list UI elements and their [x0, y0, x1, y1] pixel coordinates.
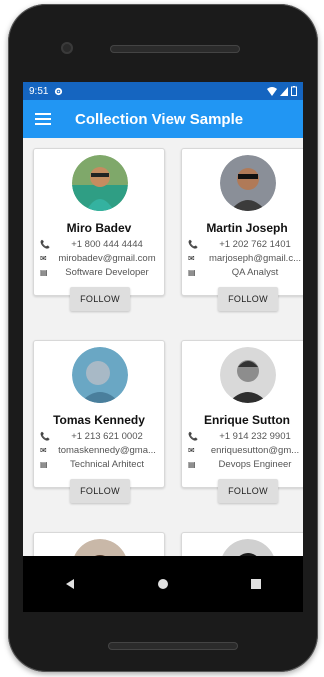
role-row: ▤ Devops Engineer — [188, 459, 303, 470]
email-address: tomaskennedy@gma... — [58, 445, 156, 456]
person-name: Enrique Sutton — [204, 413, 290, 427]
phone-number: +1 213 621 0002 — [71, 431, 143, 442]
bottom-speaker — [108, 642, 238, 650]
email-address: marjoseph@gmail.c... — [208, 253, 301, 264]
email-address: mirobadev@gmail.com — [58, 253, 156, 264]
page-title: Collection View Sample — [75, 110, 244, 128]
avatar — [220, 347, 276, 403]
person-card[interactable]: Martin Joseph 📞 +1 202 762 1401 ✉ marjos… — [181, 148, 303, 311]
role-row: ▤ Software Developer — [40, 267, 162, 278]
email-icon: ✉ — [40, 254, 47, 263]
phone-row: 📞 +1 800 444 4444 — [40, 239, 162, 250]
screen: 9:51 Collection View Sample Miro Badev 📞… — [23, 82, 303, 612]
follow-button[interactable]: FOLLOW — [70, 479, 130, 503]
role-icon: ▤ — [188, 268, 196, 277]
avatar — [72, 155, 128, 211]
email-row: ✉ marjoseph@gmail.c... — [188, 253, 303, 264]
collection-view[interactable]: Miro Badev 📞 +1 800 444 4444 ✉ mirobadev… — [23, 138, 303, 556]
email-icon: ✉ — [188, 254, 195, 263]
person-card[interactable]: Enrique Sutton 📞 +1 914 232 9901 ✉ enriq… — [181, 340, 303, 503]
email-address: enriquesutton@gm... — [210, 445, 300, 456]
status-icons — [267, 86, 297, 96]
phone-row: 📞 +1 213 621 0002 — [40, 431, 162, 442]
person-name: Martin Joseph — [206, 221, 288, 235]
person-name: Miro Badev — [66, 221, 132, 235]
status-bar: 9:51 — [23, 82, 303, 100]
person-card[interactable]: Miro Badev 📞 +1 800 444 4444 ✉ mirobadev… — [33, 148, 165, 311]
phone-number: +1 800 444 4444 — [71, 239, 143, 250]
role-row: ▤ QA Analyst — [188, 267, 303, 278]
role-icon: ▤ — [40, 268, 48, 277]
front-camera — [61, 42, 73, 54]
avatar — [72, 347, 128, 403]
phone-icon: 📞 — [188, 240, 198, 249]
status-time: 9:51 — [29, 85, 49, 97]
avatar — [220, 155, 276, 211]
phone-icon: 📞 — [188, 432, 198, 441]
phone-number: +1 914 232 9901 — [219, 431, 291, 442]
avatar — [72, 539, 128, 556]
recents-icon[interactable] — [238, 569, 274, 599]
phone-icon: 📞 — [40, 240, 50, 249]
email-icon: ✉ — [188, 446, 195, 455]
phone-row: 📞 +1 914 232 9901 — [188, 431, 303, 442]
home-icon[interactable] — [145, 569, 181, 599]
app-bar: Collection View Sample — [23, 100, 303, 138]
job-title: QA Analyst — [231, 267, 279, 278]
role-row: ▤ Technical Arhitect — [40, 459, 162, 470]
email-icon: ✉ — [40, 446, 47, 455]
job-title: Software Developer — [65, 267, 149, 278]
person-card[interactable] — [181, 532, 303, 556]
follow-button[interactable]: FOLLOW — [218, 287, 278, 311]
phone-row: 📞 +1 202 762 1401 — [188, 239, 303, 250]
role-icon: ▤ — [40, 460, 48, 469]
settings-icon — [55, 87, 63, 95]
email-row: ✉ mirobadev@gmail.com — [40, 253, 162, 264]
follow-button[interactable]: FOLLOW — [218, 479, 278, 503]
back-icon[interactable] — [52, 569, 88, 599]
email-row: ✉ tomaskennedy@gma... — [40, 445, 162, 456]
job-title: Devops Engineer — [218, 459, 292, 470]
signal-icon — [280, 86, 288, 96]
follow-button[interactable]: FOLLOW — [70, 287, 130, 311]
navigation-bar — [23, 556, 303, 612]
person-card[interactable] — [33, 532, 165, 556]
phone-icon: 📞 — [40, 432, 50, 441]
menu-icon[interactable] — [35, 110, 51, 128]
battery-icon — [291, 86, 297, 96]
job-title: Technical Arhitect — [70, 459, 144, 470]
wifi-icon — [267, 86, 277, 96]
person-name: Tomas Kennedy — [53, 413, 145, 427]
person-card[interactable]: Tomas Kennedy 📞 +1 213 621 0002 ✉ tomask… — [33, 340, 165, 503]
role-icon: ▤ — [188, 460, 196, 469]
avatar — [220, 539, 276, 556]
earpiece-speaker — [110, 45, 240, 53]
phone-number: +1 202 762 1401 — [219, 239, 291, 250]
email-row: ✉ enriquesutton@gm... — [188, 445, 303, 456]
